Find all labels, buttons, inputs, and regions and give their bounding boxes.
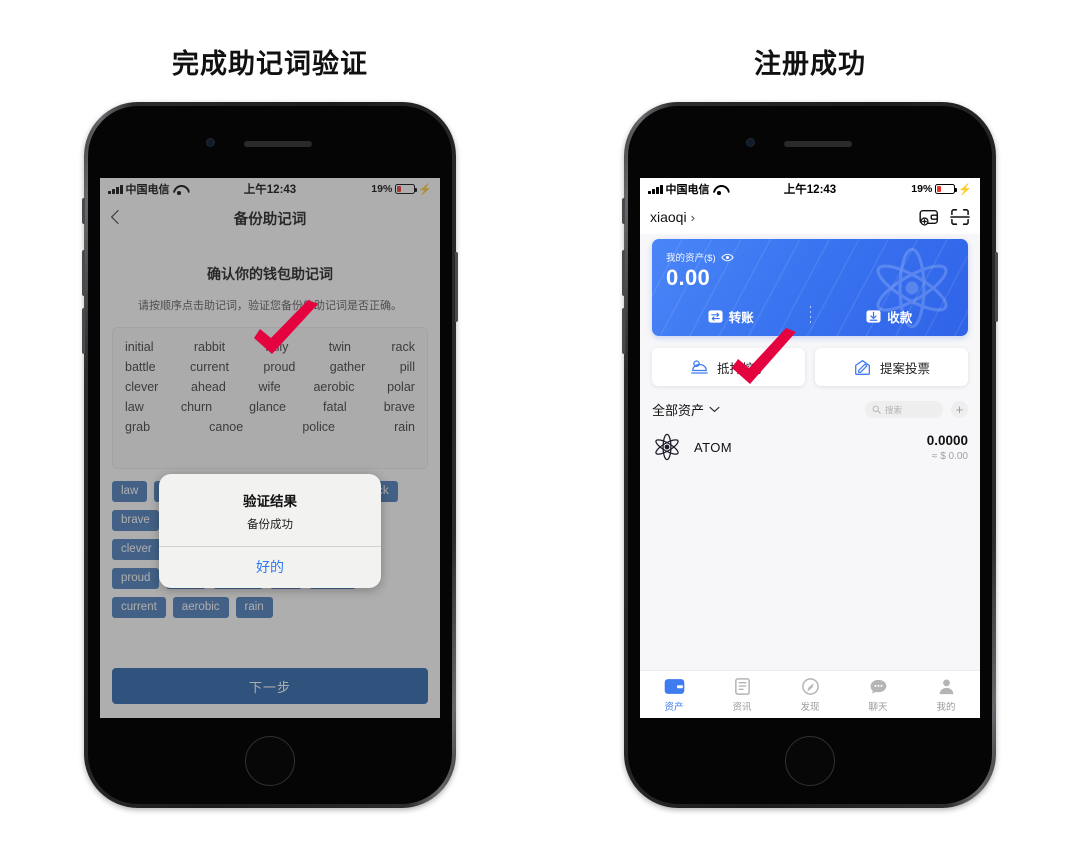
tab-label: 我的: [936, 701, 956, 713]
phone-volume-up-button: [622, 250, 625, 296]
wallet-icon: [664, 677, 685, 696]
screen-right: 中国电信 上午12:43 19% ⚡ xiaoqi › 我的资产($) 0.00…: [640, 178, 980, 718]
modal-overlay[interactable]: [100, 178, 440, 718]
earpiece-speaker: [244, 141, 312, 147]
phone-volume-up-button: [82, 250, 85, 296]
phone-volume-down-button: [622, 308, 625, 354]
verification-result-dialog: 验证结果 备份成功 好的: [159, 474, 381, 588]
search-icon: [872, 405, 881, 414]
charging-bolt-icon: ⚡: [958, 183, 972, 196]
dialog-confirm-button[interactable]: 好的: [159, 547, 381, 588]
card-amount: 0.00: [666, 265, 711, 290]
token-row[interactable]: ATOM 0.0000 ≈ $ 0.00: [652, 432, 968, 462]
phone-body-right: 中国电信 上午12:43 19% ⚡ xiaoqi › 我的资产($) 0.00…: [628, 106, 992, 804]
header-actions: [919, 208, 970, 226]
phone-side-button: [622, 198, 625, 224]
tab-label: 资讯: [732, 701, 752, 713]
account-name-button[interactable]: xiaoqi ›: [650, 209, 695, 225]
token-name: ATOM: [694, 439, 732, 455]
token-fiat-value: ≈ $ 0.00: [931, 450, 968, 462]
staking-icon: [690, 359, 709, 376]
battery-percent-label: 19%: [911, 183, 933, 195]
account-name-label: xiaoqi: [650, 209, 687, 225]
carrier-label: 中国电信: [665, 184, 710, 196]
phone-frame-right: 中国电信 上午12:43 19% ⚡ xiaoqi › 我的资产($) 0.00…: [622, 102, 998, 808]
news-icon: [732, 677, 753, 696]
front-camera-icon: [746, 138, 755, 147]
add-token-button[interactable]: +: [951, 401, 968, 418]
phone-volume-down-button: [82, 308, 85, 354]
search-input[interactable]: 搜索: [865, 401, 943, 418]
asset-filter-label: 全部资产: [652, 403, 705, 418]
token-amount: 0.0000: [926, 432, 968, 448]
wifi-icon: [713, 184, 726, 195]
eye-icon[interactable]: [720, 253, 734, 262]
asset-balance-card[interactable]: 我的资产($) 0.00 转账 收款: [652, 239, 968, 336]
phone-side-button: [82, 198, 85, 224]
transfer-icon: [708, 309, 723, 324]
dialog-message: 备份成功: [247, 519, 293, 531]
home-button[interactable]: [785, 736, 835, 786]
transfer-label: 转账: [728, 310, 754, 325]
token-list: ATOM 0.0000 ≈ $ 0.00: [640, 432, 980, 462]
phone-frame-left: 中国电信 上午12:43 19% ⚡ 备份助记词 确认你的钱包助记词 请按顺序点…: [82, 102, 458, 808]
wallet-header: xiaoqi ›: [640, 200, 980, 234]
front-camera-icon: [206, 138, 215, 147]
screen-left: 中国电信 上午12:43 19% ⚡ 备份助记词 确认你的钱包助记词 请按顺序点…: [100, 178, 440, 718]
status-bar-right: 中国电信 上午12:43 19% ⚡: [640, 178, 980, 200]
panel-left-caption: 完成助记词验证: [172, 49, 368, 79]
tab-资产[interactable]: 资产: [640, 677, 708, 713]
signal-icon: [648, 184, 663, 194]
phone-power-button: [455, 252, 458, 322]
phone-power-button: [995, 252, 998, 322]
panel-right: 注册成功 中国电信 上午12:43 19% ⚡ xiaoqi › 我的资产($)…: [540, 0, 1080, 844]
tab-我的[interactable]: 我的: [912, 677, 980, 713]
status-right-group: 19% ⚡: [911, 183, 972, 196]
wallet-add-icon[interactable]: [919, 208, 939, 226]
earpiece-speaker: [784, 141, 852, 147]
panel-right-caption: 注册成功: [754, 49, 866, 79]
tab-聊天[interactable]: 聊天: [844, 677, 912, 713]
receive-label: 收款: [887, 310, 913, 325]
transfer-button[interactable]: 转账: [652, 307, 810, 326]
tab-资讯[interactable]: 资讯: [708, 677, 776, 713]
status-left-group: 中国电信: [648, 181, 726, 197]
dialog-title: 验证结果: [243, 494, 297, 509]
compass-icon: [800, 677, 821, 696]
staking-label: 抵押挖矿: [716, 361, 767, 376]
battery-icon: [935, 184, 958, 194]
tab-label: 发现: [800, 701, 820, 713]
card-action-divider: [809, 306, 811, 326]
status-time: 上午12:43: [783, 184, 837, 196]
asset-list-tools: 搜索 +: [865, 401, 968, 418]
search-placeholder: 搜索: [885, 404, 903, 415]
chevron-down-icon: [709, 406, 720, 413]
chevron-right-icon: ›: [690, 209, 695, 225]
vote-icon: [853, 359, 872, 376]
token-values: 0.0000 ≈ $ 0.00: [927, 433, 968, 462]
card-label-row: 我的资产($): [666, 250, 734, 264]
screenshot-stage: 完成助记词验证 中国电信 上午12:43 19% ⚡ 备份助记词 确认你的钱包助…: [0, 0, 1080, 844]
chat-icon: [868, 677, 889, 696]
tab-发现[interactable]: 发现: [776, 677, 844, 713]
home-button[interactable]: [245, 736, 295, 786]
card-action-row: 转账 收款: [652, 306, 968, 326]
quick-action-row: 抵押挖矿 提案投票: [652, 348, 968, 386]
scan-qr-icon[interactable]: [950, 208, 970, 226]
atom-logo-icon: [652, 432, 682, 462]
card-label-text: 我的资产($): [666, 253, 716, 264]
receive-icon: [866, 309, 881, 324]
receive-button[interactable]: 收款: [811, 307, 969, 326]
person-icon: [936, 677, 957, 696]
staking-button[interactable]: 抵押挖矿: [652, 348, 805, 386]
bottom-tab-bar: 资产 资讯 发现 聊天 我的: [640, 670, 980, 718]
vote-label: 提案投票: [879, 361, 930, 376]
asset-filter-dropdown[interactable]: 全部资产: [652, 400, 720, 419]
tab-label: 聊天: [868, 701, 888, 713]
panel-left: 完成助记词验证 中国电信 上午12:43 19% ⚡ 备份助记词 确认你的钱包助…: [0, 0, 540, 844]
phone-body-left: 中国电信 上午12:43 19% ⚡ 备份助记词 确认你的钱包助记词 请按顺序点…: [88, 106, 452, 804]
asset-list-header: 全部资产 搜索 +: [652, 400, 968, 419]
tab-label: 资产: [664, 701, 684, 713]
vote-button[interactable]: 提案投票: [815, 348, 968, 386]
